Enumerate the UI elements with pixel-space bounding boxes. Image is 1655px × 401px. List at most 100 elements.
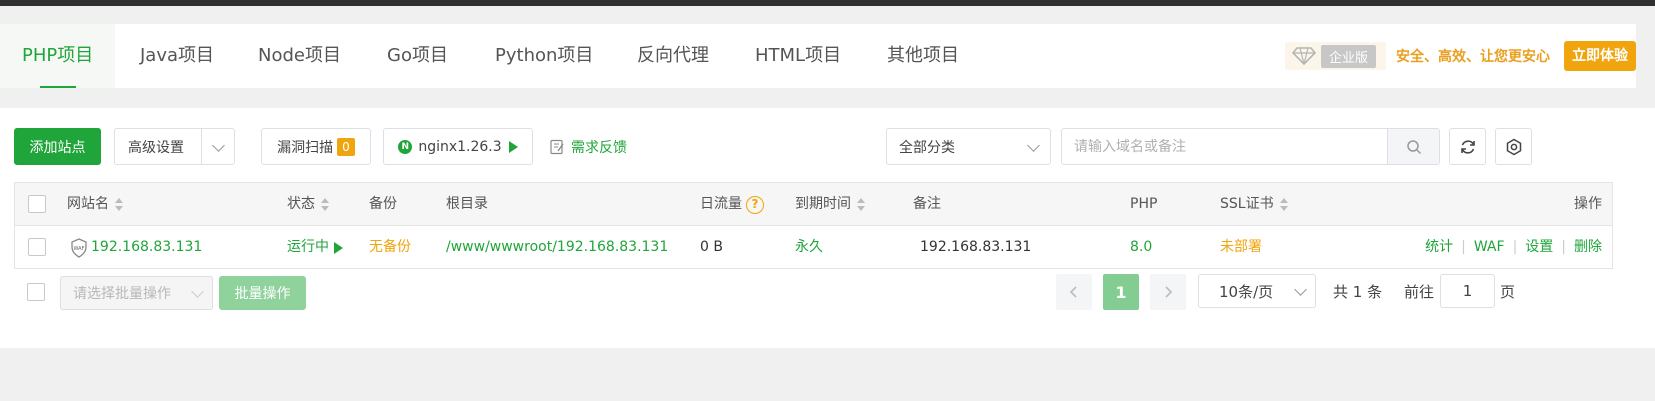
header-traffic-label: 日流量 <box>700 196 742 212</box>
chevron-down-icon <box>212 139 225 152</box>
header-site-name[interactable]: 网站名 <box>67 183 123 226</box>
header-php: PHP <box>1130 196 1158 212</box>
goto-prefix: 前往 <box>1404 283 1435 301</box>
header-ops: 操作 <box>1574 196 1602 212</box>
table-row: WAF 192.168.83.131 运行中 无备份 /www/wwwroot/… <box>15 226 1612 269</box>
header-root: 根目录 <box>446 196 488 212</box>
tab-java[interactable]: Java项目 <box>140 24 214 88</box>
goto-page-input[interactable] <box>1440 274 1495 308</box>
header-ssl[interactable]: SSL证书 <box>1220 183 1288 226</box>
status-cell[interactable]: 运行中 <box>287 226 343 269</box>
batch-action-select[interactable]: 请选择批量操作 <box>60 276 213 310</box>
waf-shield-icon: WAF <box>71 237 87 258</box>
table-header: 网站名 状态 备份 根目录 日流量? 到期时间 备注 PHP SSL证书 操作 <box>15 183 1612 226</box>
search-icon <box>1406 139 1421 154</box>
header-ssl-label: SSL证书 <box>1220 196 1274 212</box>
waf-shield-label: WAF <box>74 246 85 252</box>
tab-reverse-proxy[interactable]: 反向代理 <box>637 24 709 88</box>
enterprise-badge: 企业版 <box>1284 42 1386 70</box>
sort-icon <box>857 197 865 212</box>
tab-other[interactable]: 其他项目 <box>887 24 959 88</box>
header-backup: 备份 <box>369 196 397 212</box>
footer-select-all-checkbox[interactable] <box>27 283 45 301</box>
goto-suffix: 页 <box>1500 283 1516 301</box>
tab-html[interactable]: HTML项目 <box>755 24 841 88</box>
site-name-link[interactable]: 192.168.83.131 <box>91 226 202 269</box>
sort-icon <box>321 197 329 212</box>
ssl-status-link[interactable]: 未部署 <box>1220 226 1262 269</box>
total-count: 共 1 条 <box>1333 283 1383 301</box>
add-site-button[interactable]: 添加站点 <box>14 128 101 165</box>
category-select[interactable]: 全部分类 <box>886 128 1051 165</box>
page-number-current[interactable]: 1 <box>1103 274 1139 310</box>
try-now-button[interactable]: 立即体验 <box>1564 41 1636 71</box>
action-settings-link[interactable]: 设置 <box>1525 226 1553 269</box>
search-button[interactable] <box>1387 129 1439 164</box>
batch-action-button[interactable]: 批量操作 <box>219 276 306 310</box>
page-size-value: 10条/页 <box>1219 282 1274 301</box>
row-checkbox[interactable] <box>28 238 46 256</box>
nginx-icon: N <box>398 139 413 154</box>
php-version-link[interactable]: 8.0 <box>1130 226 1152 269</box>
chevron-down-icon <box>1294 283 1307 296</box>
header-status[interactable]: 状态 <box>287 183 329 226</box>
search-input[interactable] <box>1062 129 1402 164</box>
project-tabs-bar: PHP项目 Java项目 Node项目 Go项目 Python项目 反向代理 H… <box>0 24 1636 88</box>
tab-python[interactable]: Python项目 <box>495 24 593 88</box>
action-delete-link[interactable]: 删除 <box>1574 226 1602 269</box>
expire-value[interactable]: 永久 <box>795 226 823 269</box>
nginx-version-label: nginx1.26.3 <box>418 138 502 155</box>
chevron-right-icon <box>1165 286 1173 298</box>
diamond-icon <box>1291 47 1317 66</box>
advanced-settings-dropdown[interactable]: 高级设置 <box>114 128 235 165</box>
edit-note-icon <box>550 139 564 154</box>
header-expire-label: 到期时间 <box>795 196 851 212</box>
promo-slogan: 安全、高效、让您更安心 <box>1396 49 1550 65</box>
vuln-scan-label: 漏洞扫描 <box>277 139 334 156</box>
feedback-link[interactable]: 需求反馈 <box>550 128 627 165</box>
site-list-panel: 添加站点 高级设置 漏洞扫描 0 N nginx1.26.3 需求反馈 全部分类 <box>0 108 1655 348</box>
window-top-bar <box>0 0 1655 6</box>
settings-button[interactable] <box>1495 128 1532 165</box>
play-icon <box>508 140 518 153</box>
select-all-checkbox[interactable] <box>28 195 46 213</box>
page-size-select[interactable]: 10条/页 <box>1198 274 1316 308</box>
gear-icon <box>1506 138 1521 155</box>
tab-go[interactable]: Go项目 <box>387 24 448 88</box>
divider <box>201 129 202 164</box>
enterprise-promo: 企业版 安全、高效、让您更安心 立即体验 <box>1284 38 1636 74</box>
site-table: 网站名 状态 备份 根目录 日流量? 到期时间 备注 PHP SSL证书 操作 … <box>14 182 1613 269</box>
help-icon[interactable]: ? <box>746 195 764 214</box>
tab-active-indicator <box>40 86 76 88</box>
header-status-label: 状态 <box>287 196 315 212</box>
nginx-version-button[interactable]: N nginx1.26.3 <box>383 128 533 165</box>
tab-node[interactable]: Node项目 <box>258 24 341 88</box>
sort-icon <box>115 197 123 212</box>
advanced-settings-label: 高级设置 <box>128 139 184 156</box>
header-traffic: 日流量? <box>700 183 764 226</box>
chevron-left-icon <box>1069 286 1077 298</box>
separator: | <box>1561 239 1566 255</box>
refresh-button[interactable] <box>1449 128 1486 165</box>
running-icon <box>334 241 343 254</box>
site-name-cell: WAF 192.168.83.131 <box>70 226 202 269</box>
remark-value[interactable]: 192.168.83.131 <box>920 226 1031 269</box>
next-page-button[interactable] <box>1150 274 1186 310</box>
backup-link[interactable]: 无备份 <box>369 226 411 269</box>
category-select-value: 全部分类 <box>899 139 955 156</box>
status-label: 运行中 <box>287 239 329 255</box>
vuln-count-badge: 0 <box>337 137 355 156</box>
chevron-down-icon <box>191 285 204 298</box>
header-expire[interactable]: 到期时间 <box>795 183 865 226</box>
sort-icon <box>1279 197 1288 212</box>
root-dir-link[interactable]: /www/wwwroot/192.168.83.131 <box>446 226 668 269</box>
action-waf-link[interactable]: WAF <box>1474 226 1505 269</box>
row-actions: 统计 | WAF | 设置 | 删除 <box>1425 226 1602 269</box>
header-site-label: 网站名 <box>67 196 109 212</box>
header-remark: 备注 <box>913 196 941 212</box>
action-stats-link[interactable]: 统计 <box>1425 226 1453 269</box>
search-box <box>1061 128 1440 165</box>
prev-page-button[interactable] <box>1056 274 1092 310</box>
vuln-scan-button[interactable]: 漏洞扫描 0 <box>261 128 371 165</box>
tab-php[interactable]: PHP项目 <box>0 24 116 88</box>
